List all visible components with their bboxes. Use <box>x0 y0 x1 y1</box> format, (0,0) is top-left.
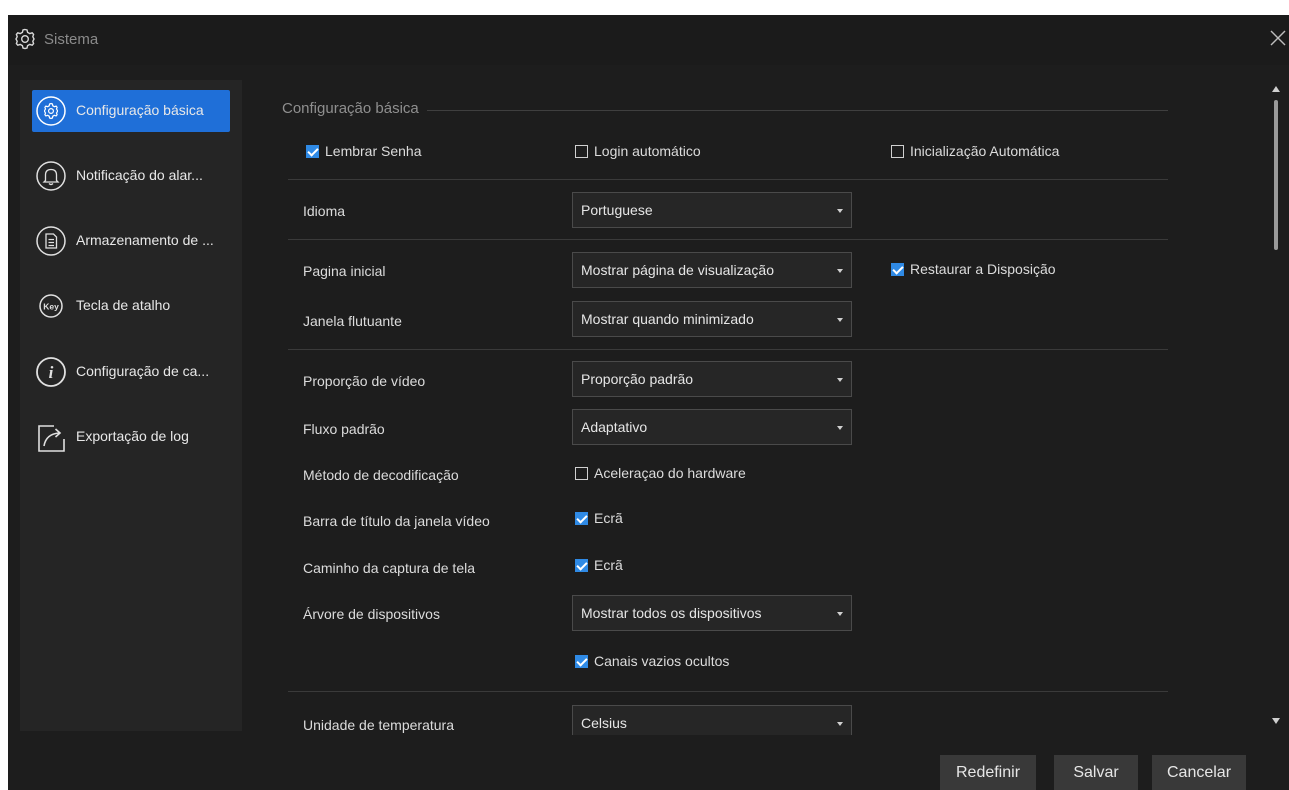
settings-window: Sistema Configuração básica Notificação … <box>8 15 1289 790</box>
video-title-bar-checkbox[interactable] <box>575 512 588 525</box>
language-label: Idioma <box>303 203 346 219</box>
decode-method-label: Método de decodificação <box>303 467 459 483</box>
save-button[interactable]: Salvar <box>1054 755 1138 790</box>
sidebar-item-shortcut-key[interactable]: Key Tecla de atalho <box>32 285 230 327</box>
auto-start-checkbox[interactable] <box>891 145 904 158</box>
bell-icon <box>35 160 67 192</box>
hide-empty-channels-checkbox[interactable] <box>575 655 588 668</box>
scroll-up-icon[interactable] <box>1272 86 1280 92</box>
language-value: Portuguese <box>581 202 653 218</box>
temperature-unit-label: Unidade de temperatura <box>303 717 454 733</box>
export-icon <box>35 421 67 453</box>
default-stream-select[interactable]: Adaptativo <box>572 409 852 445</box>
divider <box>288 349 1168 350</box>
chevron-down-icon <box>837 378 843 382</box>
auto-start-label: Inicialização Automática <box>910 143 1060 159</box>
home-page-value: Mostrar página de visualização <box>581 262 774 278</box>
sidebar-item-label: Configuração de ca... <box>76 363 210 379</box>
divider <box>288 691 1168 692</box>
floating-window-label: Janela flutuante <box>303 313 402 329</box>
reset-button[interactable]: Redefinir <box>940 755 1036 790</box>
remember-password-label: Lembrar Senha <box>325 143 422 159</box>
vertical-scrollbar[interactable] <box>1265 80 1287 735</box>
footer: Redefinir Salvar Cancelar <box>8 735 1289 790</box>
home-page-select[interactable]: Mostrar página de visualização <box>572 252 852 288</box>
sidebar-item-alarm-notification[interactable]: Notificação do alar... <box>32 155 230 197</box>
chevron-down-icon <box>837 612 843 616</box>
video-ratio-label: Proporção de vídeo <box>303 373 426 389</box>
scroll-down-icon[interactable] <box>1272 718 1280 724</box>
video-ratio-select[interactable]: Proporção padrão <box>572 361 852 397</box>
video-title-bar-option-label: Ecrã <box>594 510 623 526</box>
sidebar-item-label: Exportação de log <box>76 428 189 444</box>
window-title: Sistema <box>44 31 99 48</box>
cancel-button[interactable]: Cancelar <box>1152 755 1246 790</box>
sidebar-item-label: Tecla de atalho <box>76 297 171 313</box>
sidebar-item-basic-config[interactable]: Configuração básica <box>32 90 230 132</box>
hide-empty-channels-label: Canais vazios ocultos <box>594 653 730 669</box>
chevron-down-icon <box>837 722 843 726</box>
document-icon <box>35 225 67 257</box>
info-icon: i <box>35 356 67 388</box>
sidebar-item-log-export[interactable]: Exportação de log <box>32 416 230 458</box>
settings-panel: Configuração básica Lembrar Senha Login … <box>258 80 1268 735</box>
floating-window-value: Mostrar quando minimizado <box>581 311 754 327</box>
capture-path-option-label: Ecrã <box>594 557 623 573</box>
temperature-unit-value: Celsius <box>581 715 627 731</box>
default-stream-value: Adaptativo <box>581 419 648 435</box>
svg-text:i: i <box>49 363 54 382</box>
gear-icon <box>13 27 37 56</box>
divider <box>288 239 1168 240</box>
auto-login-label: Login automático <box>594 143 701 159</box>
video-ratio-value: Proporção padrão <box>581 371 694 387</box>
device-tree-select[interactable]: Mostrar todos os dispositivos <box>572 595 852 631</box>
section-title: Configuração básica <box>282 100 427 117</box>
temperature-unit-select[interactable]: Celsius <box>572 705 852 735</box>
capture-path-checkbox[interactable] <box>575 559 588 572</box>
chevron-down-icon <box>837 269 843 273</box>
svg-text:Key: Key <box>43 302 59 312</box>
home-page-label: Pagina inicial <box>303 263 386 279</box>
hardware-acceleration-checkbox[interactable] <box>575 467 588 480</box>
sidebar-item-label: Configuração básica <box>76 102 204 118</box>
chevron-down-icon <box>837 209 843 213</box>
restore-layout-checkbox[interactable] <box>891 263 904 276</box>
video-title-bar-label: Barra de título da janela vídeo <box>303 513 490 529</box>
auto-login-checkbox[interactable] <box>575 145 588 158</box>
scroll-thumb[interactable] <box>1274 100 1278 250</box>
key-icon: Key <box>35 290 67 322</box>
capture-path-label: Caminho da captura de tela <box>303 560 475 576</box>
hardware-acceleration-label: Aceleraçao do hardware <box>594 465 746 481</box>
sidebar-item-label: Notificação do alar... <box>76 167 203 183</box>
sidebar-item-channel-config[interactable]: i Configuração de ca... <box>32 351 230 393</box>
title-bar: Sistema <box>8 15 1289 65</box>
device-tree-value: Mostrar todos os dispositivos <box>581 605 762 621</box>
chevron-down-icon <box>837 318 843 322</box>
restore-layout-label: Restaurar a Disposição <box>910 261 1056 277</box>
default-stream-label: Fluxo padrão <box>303 421 385 437</box>
gear-icon <box>35 95 67 127</box>
sidebar-item-storage[interactable]: Armazenamento de ... <box>32 220 230 262</box>
floating-window-select[interactable]: Mostrar quando minimizado <box>572 301 852 337</box>
divider <box>288 179 1168 180</box>
remember-password-checkbox[interactable] <box>306 145 319 158</box>
chevron-down-icon <box>837 426 843 430</box>
device-tree-label: Árvore de dispositivos <box>303 606 440 622</box>
language-select[interactable]: Portuguese <box>572 192 852 228</box>
sidebar: Configuração básica Notificação do alar.… <box>20 80 242 731</box>
close-icon[interactable] <box>1267 27 1289 49</box>
sidebar-item-label: Armazenamento de ... <box>76 232 214 248</box>
